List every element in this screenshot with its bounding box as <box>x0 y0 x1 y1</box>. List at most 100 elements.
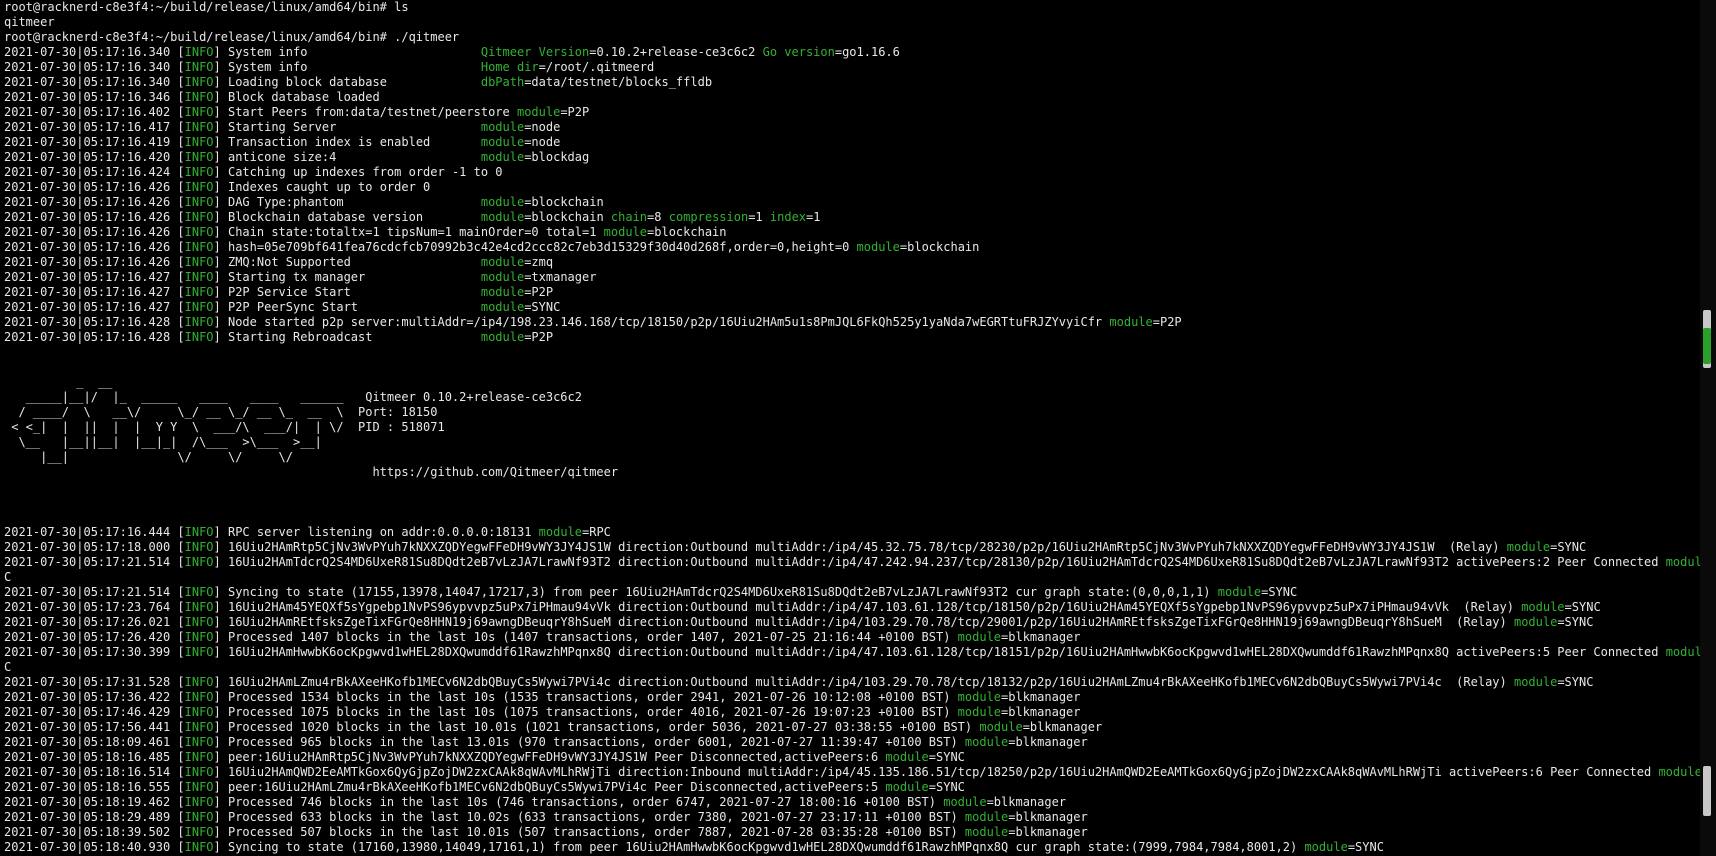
log-key: module <box>957 690 1002 704</box>
log-level: INFO <box>184 195 214 209</box>
log-text: 2021-07-30|05:17:16.426 [ <box>4 240 185 254</box>
log-key: module <box>480 255 525 269</box>
log-text: =SYNC <box>1550 540 1587 554</box>
terminal-line: 2021-07-30|05:17:16.340 [INFO] Loading b… <box>0 75 1700 90</box>
terminal-line: 2021-07-30|05:17:26.420 [INFO] Processed… <box>0 630 1700 645</box>
log-level: INFO <box>184 630 214 644</box>
log-text: ] Node started p2p server:multiAddr=/ip4… <box>213 315 1110 329</box>
log-key: module <box>480 135 525 149</box>
log-key: Home dir <box>480 60 539 74</box>
log-level: INFO <box>184 765 214 779</box>
scrollbar-thumb-lower[interactable] <box>1703 766 1711 816</box>
log-text: 2021-07-30|05:18:39.502 [ <box>4 825 185 839</box>
terminal-line: 2021-07-30|05:18:09.461 [INFO] Processed… <box>0 735 1700 750</box>
log-text: 2021-07-30|05:17:46.429 [ <box>4 705 185 719</box>
log-text: ] 16Uiu2HAmLZmu4rBkAXeeHKofb1MECv6N2dbQB… <box>213 675 1514 689</box>
log-text: C <box>4 660 12 674</box>
terminal-line: 2021-07-30|05:17:16.426 [INFO] DAG Type:… <box>0 195 1700 210</box>
log-key: module <box>1513 675 1558 689</box>
log-level: INFO <box>184 840 214 854</box>
terminal-line: 2021-07-30|05:17:31.528 [INFO] 16Uiu2HAm… <box>0 675 1700 690</box>
log-text: 2021-07-30|05:17:16.444 [ <box>4 525 185 539</box>
log-text: =SYNC <box>524 300 561 314</box>
terminal-line: 2021-07-30|05:18:29.489 [INFO] Processed… <box>0 810 1700 825</box>
terminal-line: 2021-07-30|05:17:23.764 [INFO] 16Uiu2HAm… <box>0 600 1700 615</box>
terminal-line: 2021-07-30|05:17:21.514 [INFO] 16Uiu2HAm… <box>0 555 1700 570</box>
log-level: INFO <box>184 705 214 719</box>
terminal-line: 2021-07-30|05:17:16.427 [INFO] P2P Servi… <box>0 285 1700 300</box>
log-level: INFO <box>184 255 214 269</box>
terminal-line: 2021-07-30|05:17:26.021 [INFO] 16Uiu2HAm… <box>0 615 1700 630</box>
log-text: =blkmanager <box>1001 690 1081 704</box>
terminal-line: 2021-07-30|05:17:16.340 [INFO] System in… <box>0 45 1700 60</box>
vertical-scrollbar[interactable] <box>1700 0 1716 856</box>
log-text: =1 <box>806 210 821 224</box>
log-level: INFO <box>184 285 214 299</box>
log-level: INFO <box>184 75 214 89</box>
log-key: module <box>1521 600 1565 614</box>
terminal-line: 2021-07-30|05:17:16.426 [INFO] hash=05e7… <box>0 240 1700 255</box>
log-text: 2021-07-30|05:17:16.426 [ <box>4 195 185 209</box>
log-key: module <box>885 750 929 764</box>
log-key: module <box>480 285 525 299</box>
terminal-output[interactable]: root@racknerd-c8e3f4:~/build/release/lin… <box>0 0 1700 856</box>
log-text: ] Blockchain database version <box>213 210 481 224</box>
log-text: ] hash=05e709bf641fea76cdcfcb70992b3c42e… <box>213 240 857 254</box>
log-text: 2021-07-30|05:17:16.340 [ <box>4 45 185 59</box>
log-text: =node <box>524 135 561 149</box>
terminal-line: root@racknerd-c8e3f4:~/build/release/lin… <box>0 0 1700 15</box>
log-level: INFO <box>184 120 214 134</box>
log-text: ] Syncing to state (17160,13980,14049,17… <box>213 840 1305 854</box>
log-text: ] Start Peers from:data/testnet/peerstor… <box>213 105 517 119</box>
log-key: module <box>480 150 525 164</box>
log-text: ] Syncing to state (17155,13978,14047,17… <box>213 585 1218 599</box>
log-text: ] Processed 1407 blocks in the last 10s … <box>213 630 958 644</box>
terminal-line: 2021-07-30|05:17:16.428 [INFO] Starting … <box>0 330 1700 345</box>
terminal-line: 2021-07-30|05:18:16.514 [INFO] 16Uiu2HAm… <box>0 765 1700 780</box>
log-text: 2021-07-30|05:17:16.428 [ <box>4 315 185 329</box>
log-text: 2021-07-30|05:17:16.417 [ <box>4 120 185 134</box>
log-text: =P2P <box>1152 315 1182 329</box>
log-text: 2021-07-30|05:18:16.485 [ <box>4 750 185 764</box>
log-text: 2021-07-30|05:17:16.426 [ <box>4 210 185 224</box>
terminal-line: _ __ <box>0 375 1700 390</box>
log-text: ] 16Uiu2HAmHwwbK6ocKpgwvd1wHEL28DXQwumdd… <box>213 645 1666 659</box>
terminal-line: 2021-07-30|05:17:56.441 [INFO] Processed… <box>0 720 1700 735</box>
log-text: =blockdag <box>524 150 590 164</box>
log-level: INFO <box>184 135 214 149</box>
log-level: INFO <box>184 600 214 614</box>
log-key: module <box>538 525 582 539</box>
log-level: INFO <box>184 210 214 224</box>
log-text: 2021-07-30|05:17:16.428 [ <box>4 330 185 344</box>
log-text: root@racknerd-c8e3f4:~/build/release/lin… <box>4 0 409 14</box>
log-text: \__ |__||__| |__|_| /\___ >\___ >__| <box>4 435 322 449</box>
log-text: qitmeer <box>4 15 55 29</box>
log-level: INFO <box>184 90 214 104</box>
terminal-line: 2021-07-30|05:17:16.444 [INFO] RPC serve… <box>0 525 1700 540</box>
log-key: module <box>480 195 525 209</box>
log-text: ] Block database loaded <box>213 90 380 104</box>
log-text: 2021-07-30|05:18:19.462 [ <box>4 795 185 809</box>
log-level: INFO <box>184 330 214 344</box>
log-text: =P2P <box>560 105 590 119</box>
log-text: 2021-07-30|05:17:16.340 [ <box>4 60 185 74</box>
log-key: module <box>943 795 987 809</box>
terminal-line: https://github.com/Qitmeer/qitmeer <box>0 465 1700 480</box>
log-text: ] 16Uiu2HAmRtp5CjNv3WvPYuh7kNXXZQDYegwFF… <box>213 540 1507 554</box>
terminal-line: 2021-07-30|05:18:16.555 [INFO] peer:16Ui… <box>0 780 1700 795</box>
log-key: chain <box>610 210 648 224</box>
log-text: =P2P <box>524 285 554 299</box>
log-text: =data/testnet/blocks_ffldb <box>524 75 713 89</box>
terminal-line: 2021-07-30|05:17:16.402 [INFO] Start Pee… <box>0 105 1700 120</box>
log-key: module <box>1665 555 1700 569</box>
log-level: INFO <box>184 240 214 254</box>
terminal-line: 2021-07-30|05:17:16.419 [INFO] Transacti… <box>0 135 1700 150</box>
log-text: 2021-07-30|05:17:26.021 [ <box>4 615 185 629</box>
log-level: INFO <box>184 165 214 179</box>
log-level: INFO <box>184 810 214 824</box>
log-level: INFO <box>184 150 214 164</box>
log-text: =blockchain <box>524 210 611 224</box>
